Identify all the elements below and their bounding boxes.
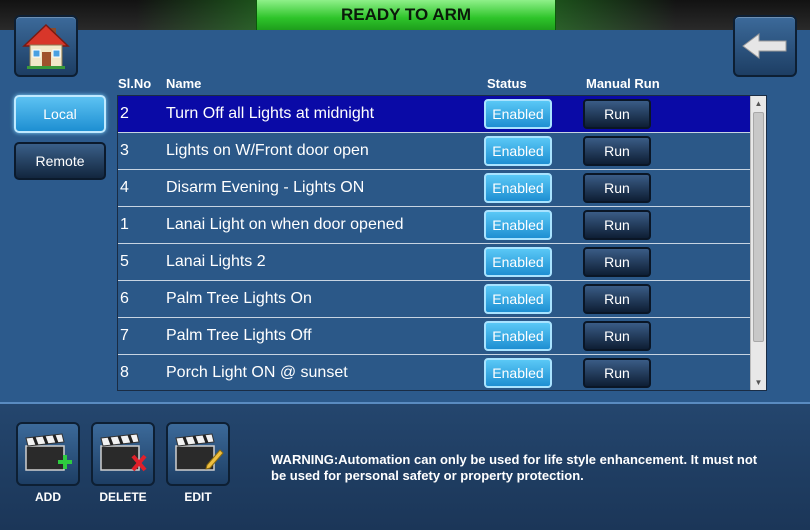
home-button[interactable] <box>14 15 78 77</box>
footer-bar: ADD DELETE EDIT WARNING:Automation can o… <box>0 402 810 530</box>
run-button[interactable]: Run <box>583 173 651 203</box>
status-enabled-button[interactable]: Enabled <box>484 358 552 388</box>
row-name: Palm Tree Lights Off <box>166 327 312 344</box>
header-manual-run: Manual Run <box>586 76 660 91</box>
row-number: 7 <box>120 327 129 344</box>
run-button[interactable]: Run <box>583 321 651 351</box>
row-name: Disarm Evening - Lights ON <box>166 179 365 196</box>
row-name: Turn Off all Lights at midnight <box>166 105 375 122</box>
row-number: 3 <box>120 142 129 159</box>
clapperboard-add-icon <box>25 433 72 471</box>
banner-glow-left <box>136 0 256 30</box>
run-button[interactable]: Run <box>583 358 651 388</box>
add-label: ADD <box>35 490 61 504</box>
row-name: Lights on W/Front door open <box>166 142 369 159</box>
clapperboard-edit-icon <box>175 433 224 471</box>
banner-glow-right <box>556 0 676 30</box>
status-enabled-button[interactable]: Enabled <box>484 247 552 277</box>
table-row[interactable]: 3 Lights on W/Front door open Enabled Ru… <box>118 133 750 170</box>
table-row[interactable]: 1 Lanai Light on when door opened Enable… <box>118 207 750 244</box>
status-enabled-button[interactable]: Enabled <box>484 284 552 314</box>
run-button[interactable]: Run <box>583 247 651 277</box>
table-row[interactable]: 4 Disarm Evening - Lights ON Enabled Run <box>118 170 750 207</box>
edit-button[interactable] <box>166 422 230 486</box>
table-row[interactable]: 7 Palm Tree Lights Off Enabled Run <box>118 318 750 355</box>
edit-label: EDIT <box>184 490 212 504</box>
run-button[interactable]: Run <box>583 284 651 314</box>
run-button[interactable]: Run <box>583 210 651 240</box>
delete-button[interactable] <box>91 422 155 486</box>
scroll-thumb[interactable] <box>753 112 764 342</box>
automation-warning-text: WARNING:Automation can only be used for … <box>271 452 758 483</box>
row-number: 1 <box>120 216 129 233</box>
table-row[interactable]: 6 Palm Tree Lights On Enabled Run <box>118 281 750 318</box>
scroll-down-arrow-icon[interactable]: ▼ <box>751 375 766 390</box>
row-number: 2 <box>120 105 129 122</box>
delete-label: DELETE <box>99 490 147 504</box>
row-name: Lanai Lights 2 <box>166 253 266 270</box>
add-button[interactable] <box>16 422 80 486</box>
status-enabled-button[interactable]: Enabled <box>484 321 552 351</box>
scroll-up-arrow-icon[interactable]: ▲ <box>751 96 766 111</box>
back-button[interactable] <box>733 15 797 77</box>
row-name: Lanai Light on when door opened <box>166 216 404 233</box>
status-enabled-button[interactable]: Enabled <box>484 136 552 166</box>
back-arrow-icon <box>742 33 787 59</box>
row-number: 5 <box>120 253 129 270</box>
table-row[interactable]: 8 Porch Light ON @ sunset Enabled Run <box>118 355 750 390</box>
run-button[interactable]: Run <box>583 99 651 129</box>
run-button[interactable]: Run <box>583 136 651 166</box>
header-slno: Sl.No <box>118 76 152 91</box>
header-name: Name <box>166 76 202 91</box>
status-enabled-button[interactable]: Enabled <box>484 99 552 129</box>
status-enabled-button[interactable]: Enabled <box>484 173 552 203</box>
row-name: Palm Tree Lights On <box>166 290 312 307</box>
table-row[interactable]: 2 Turn Off all Lights at midnight Enable… <box>118 96 750 133</box>
local-tab[interactable]: Local <box>14 95 106 133</box>
row-number: 8 <box>120 364 129 381</box>
home-icon <box>22 23 70 69</box>
status-enabled-button[interactable]: Enabled <box>484 210 552 240</box>
table-scrollbar[interactable]: ▲ ▼ <box>750 96 766 390</box>
clapperboard-delete-icon <box>100 433 147 472</box>
table-row[interactable]: 5 Lanai Lights 2 Enabled Run <box>118 244 750 281</box>
row-number: 6 <box>120 290 129 307</box>
row-name: Porch Light ON @ sunset <box>166 364 348 381</box>
remote-tab[interactable]: Remote <box>14 142 106 180</box>
row-number: 4 <box>120 179 129 196</box>
system-status-banner: READY TO ARM <box>256 0 556 30</box>
automation-table: 2 Turn Off all Lights at midnight Enable… <box>117 95 767 391</box>
header-status: Status <box>487 76 527 91</box>
